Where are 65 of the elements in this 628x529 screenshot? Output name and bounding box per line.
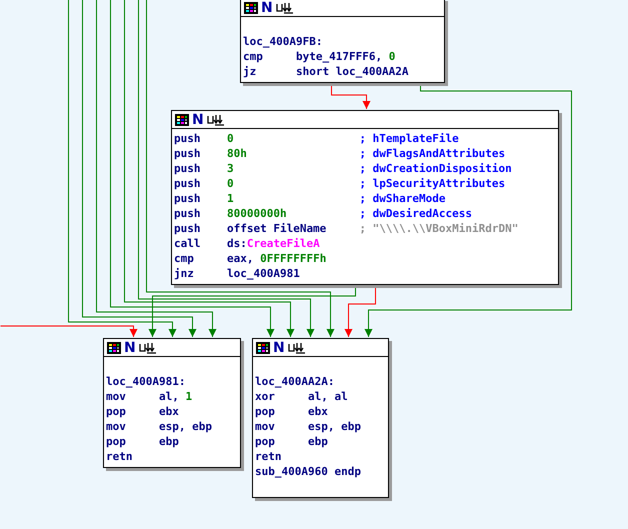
mnemonic: push xyxy=(174,176,202,191)
mnemonic: pop xyxy=(106,404,127,419)
operand: 1 xyxy=(226,191,235,206)
operand: byte_417FFF6, 0 xyxy=(296,49,396,64)
code-label: loc_400A9FB: xyxy=(243,34,322,49)
code-comment: ; dwCreationDisposition xyxy=(359,161,512,176)
mnemonic: pop xyxy=(255,434,276,449)
mnemonic: push xyxy=(174,146,202,161)
operand: 0 xyxy=(226,131,235,146)
code-comment: ; lpSecurityAttributes xyxy=(359,176,506,191)
operand: eax, 0FFFFFFFFh xyxy=(226,251,326,266)
color-grid-icon[interactable] xyxy=(107,342,121,354)
color-grid-icon[interactable] xyxy=(175,114,189,126)
operand: 80000000h xyxy=(226,206,288,221)
node-type-label[interactable]: N xyxy=(192,112,204,126)
procedure-end: sub_400A960 endp xyxy=(255,464,361,479)
operand: 0 xyxy=(226,176,235,191)
mnemonic: call xyxy=(174,236,202,251)
graph-layout-icon[interactable] xyxy=(288,342,305,354)
mnemonic: push xyxy=(174,191,202,206)
graph-layout-icon[interactable] xyxy=(276,2,293,14)
code-comment: ; dwDesiredAccess xyxy=(359,206,472,221)
color-grid-icon[interactable] xyxy=(256,342,270,354)
mnemonic: retn xyxy=(106,449,134,464)
mnemonic: push xyxy=(174,221,202,236)
code-comment: ; "\\\\.\\VBoxMiniRdrDN" xyxy=(359,221,518,236)
graph-layout-icon[interactable] xyxy=(206,114,224,126)
node-type-label[interactable]: N xyxy=(273,340,285,354)
code-comment: ; dwFlagsAndAttributes xyxy=(359,146,506,161)
graph-layout-icon[interactable] xyxy=(138,342,156,354)
operand: 3 xyxy=(226,161,235,176)
mnemonic: pop xyxy=(255,404,276,419)
operand: ebp xyxy=(308,434,328,449)
mnemonic: cmp xyxy=(243,49,264,64)
mnemonic: retn xyxy=(255,449,282,464)
code-label: loc_400AA2A: xyxy=(255,374,334,389)
operand: 80h xyxy=(226,146,248,161)
mnemonic: push xyxy=(174,161,202,176)
mnemonic: jnz xyxy=(174,266,195,281)
operand: offset FileName xyxy=(226,221,328,236)
code-comment: ; hTemplateFile xyxy=(359,131,459,146)
mnemonic: push xyxy=(174,131,202,146)
mnemonic: mov xyxy=(106,419,127,434)
operand: esp, ebp xyxy=(308,419,361,434)
operand: short loc_400AA2A xyxy=(296,64,409,79)
operand: ebx xyxy=(308,404,328,419)
mnemonic: mov xyxy=(106,389,127,404)
code-label: loc_400A981: xyxy=(106,374,186,389)
operand: ebp xyxy=(158,434,179,449)
operand: esp, ebp xyxy=(158,419,212,434)
operand: ds:CreateFileA xyxy=(226,236,320,251)
node-type-label[interactable]: N xyxy=(261,0,273,14)
mnemonic: xor xyxy=(255,389,276,404)
mnemonic: jz xyxy=(243,64,258,79)
operand: al, 1 xyxy=(158,389,192,404)
operand: ebx xyxy=(158,404,179,419)
code-comment: ; dwShareMode xyxy=(359,191,446,206)
operand: al, al xyxy=(308,389,348,404)
mnemonic: push xyxy=(174,206,202,221)
color-grid-icon[interactable] xyxy=(244,2,258,14)
node-type-label[interactable]: N xyxy=(124,340,136,354)
operand: loc_400A981 xyxy=(226,266,300,281)
mnemonic: pop xyxy=(106,434,127,449)
mnemonic: cmp xyxy=(174,251,195,266)
mnemonic: mov xyxy=(255,419,276,434)
